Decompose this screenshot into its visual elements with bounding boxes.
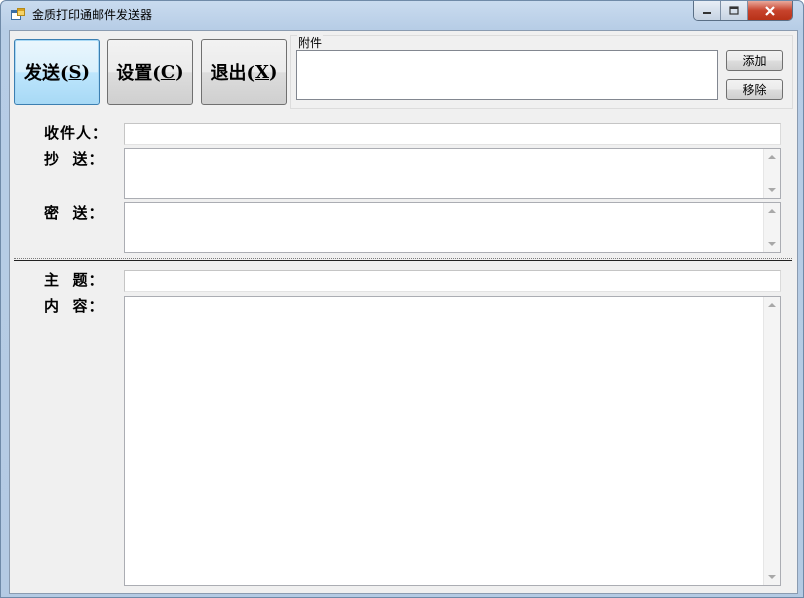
settings-accesskey: C [160,61,176,83]
scroll-up-icon[interactable] [768,209,776,213]
cc-scrollbar[interactable] [763,149,780,198]
maximize-icon [729,6,739,15]
window-title: 金质打印通邮件发送器 [32,8,153,22]
remove-attachment-button[interactable]: 移除 [726,79,783,100]
to-label: 收件人： [44,124,109,142]
settings-button-close: ) [175,61,184,83]
exit-button-close: ) [268,61,278,83]
settings-button[interactable]: 设置(C) [107,39,193,105]
minimize-button[interactable] [694,1,721,20]
send-button-text: 发送( [23,63,69,84]
minimize-icon [703,11,711,14]
send-accesskey: S [68,61,82,83]
content-label: 内 容： [44,297,105,315]
subject-label: 主 题： [44,271,105,289]
maximize-button[interactable] [721,1,748,20]
bcc-scrollbar[interactable] [763,203,780,252]
exit-button-text: 退出( [210,63,256,84]
bcc-label: 密 送： [44,204,105,222]
scroll-down-icon[interactable] [768,242,776,246]
main-window: 金质打印通邮件发送器 发送(S) 设置(C) 退出(X) 附件 添加 移除 [0,0,804,598]
title-bar[interactable]: 金质打印通邮件发送器 [1,1,803,29]
content-scrollbar[interactable] [763,297,780,585]
exit-button[interactable]: 退出(X) [201,39,287,105]
cc-field[interactable] [124,148,781,199]
client-area: 发送(S) 设置(C) 退出(X) 附件 添加 移除 收件人： 抄 送： 密 送… [9,30,798,594]
exit-accesskey: X [255,61,269,83]
attachment-label: 附件 [297,34,324,51]
to-field[interactable] [124,123,781,145]
bcc-field[interactable] [124,202,781,253]
subject-field[interactable] [124,270,781,292]
close-icon [765,5,775,16]
close-button[interactable] [748,1,792,20]
content-field[interactable] [124,296,781,586]
window-controls [693,1,793,21]
send-button-close: ) [81,61,91,83]
scroll-down-icon[interactable] [768,188,776,192]
app-window-icon [11,8,25,20]
scroll-up-icon[interactable] [768,303,776,307]
scroll-down-icon[interactable] [768,575,776,579]
cc-label: 抄 送： [44,150,105,168]
section-divider [14,258,792,261]
add-attachment-button[interactable]: 添加 [726,50,783,71]
scroll-up-icon[interactable] [768,155,776,159]
send-button[interactable]: 发送(S) [14,39,100,105]
attachment-list[interactable] [296,50,718,100]
settings-button-text: 设置( [116,63,161,84]
